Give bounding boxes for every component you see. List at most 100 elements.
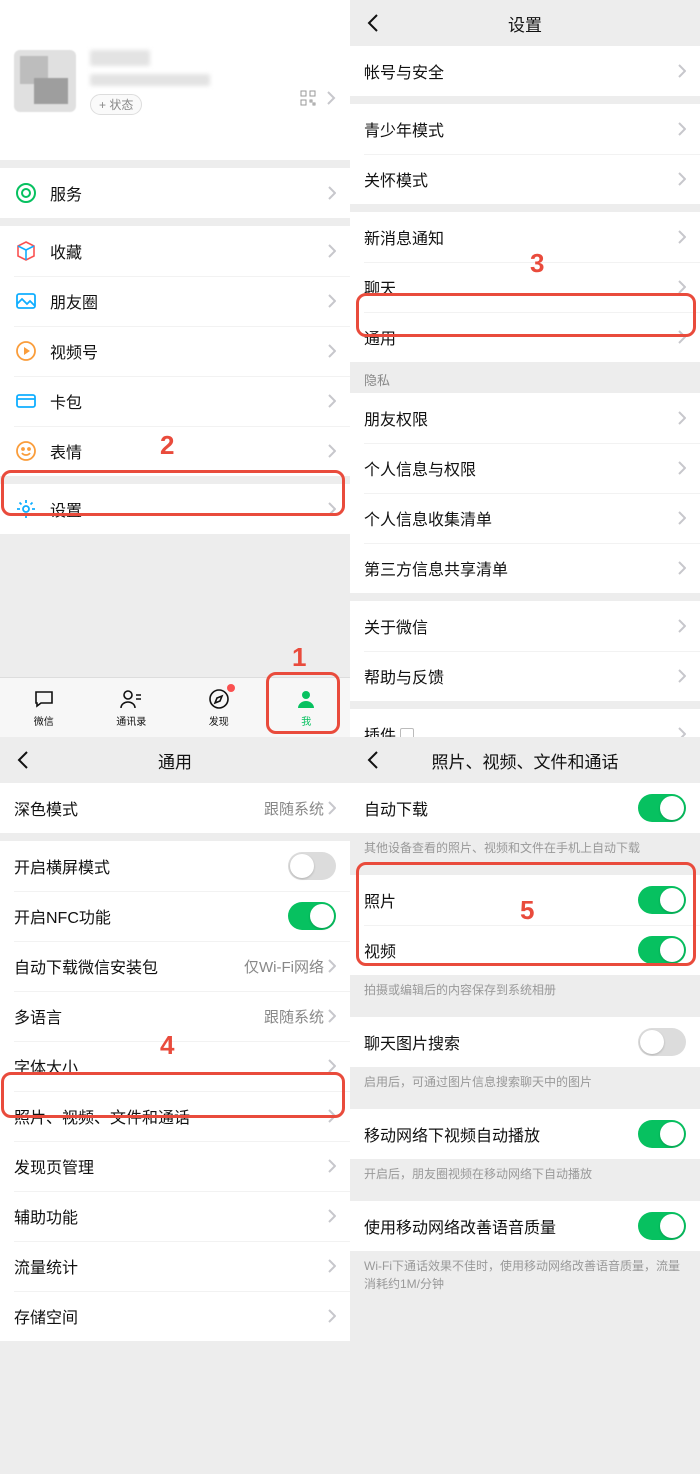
row-traffic[interactable]: 流量统计 xyxy=(0,1241,350,1291)
chevron-right-icon xyxy=(678,64,686,78)
card-icon xyxy=(14,389,38,413)
contacts-icon xyxy=(119,687,143,711)
services-icon xyxy=(14,181,38,205)
row-discover-mgmt[interactable]: 发现页管理 xyxy=(0,1141,350,1191)
page-title: 通用 xyxy=(158,748,192,773)
titlebar: 通用 xyxy=(0,737,350,783)
speech-icon xyxy=(32,687,56,711)
row-storage[interactable]: 存储空间 xyxy=(0,1291,350,1341)
badge-dot xyxy=(227,684,235,692)
tab-discover[interactable]: 发现 xyxy=(175,678,263,737)
row-cell-voice[interactable]: 使用移动网络改善语音质量 xyxy=(350,1201,700,1251)
chevron-right-icon xyxy=(678,461,686,475)
toggle-save-photo[interactable] xyxy=(638,886,686,914)
chevron-right-icon xyxy=(328,444,336,458)
note-cell-voice: Wi-Fi下通话效果不佳时，使用移动网络改善语音质量，流量消耗约1M/分钟 xyxy=(350,1251,700,1303)
row-nfc[interactable]: 开启NFC功能 xyxy=(0,891,350,941)
row-image-search[interactable]: 聊天图片搜索 xyxy=(350,1017,700,1067)
tab-chat[interactable]: 微信 xyxy=(0,678,88,737)
row-cards[interactable]: 卡包 xyxy=(0,376,350,426)
row-channels[interactable]: 视频号 xyxy=(0,326,350,376)
row-accessibility[interactable]: 辅助功能 xyxy=(0,1191,350,1241)
row-cell-autoplay[interactable]: 移动网络下视频自动播放 xyxy=(350,1109,700,1159)
row-account-security[interactable]: 帐号与安全 xyxy=(350,46,700,96)
page-title: 设置 xyxy=(508,11,542,36)
toggle-nfc[interactable] xyxy=(288,902,336,930)
row-media-calls[interactable]: 照片、视频、文件和通话 xyxy=(0,1091,350,1141)
chevron-right-icon xyxy=(328,294,336,308)
cube-icon xyxy=(14,239,38,263)
row-save-video[interactable]: 视频 xyxy=(350,925,700,975)
status-chip[interactable]: + 状态 xyxy=(90,94,142,115)
titlebar: 设置 xyxy=(350,0,700,46)
note-save-media: 拍摄或编辑后的内容保存到系统相册 xyxy=(350,975,700,1009)
screen-general: 通用 深色模式跟随系统 开启横屏模式 开启NFC功能 自动下载微信安装包仅Wi-… xyxy=(0,737,350,1474)
row-help[interactable]: 帮助与反馈 xyxy=(350,651,700,701)
tab-me[interactable]: 我 xyxy=(263,678,351,737)
row-language[interactable]: 多语言跟随系统 xyxy=(0,991,350,1041)
back-button[interactable] xyxy=(358,0,388,46)
chevron-right-icon xyxy=(678,330,686,344)
chevron-right-icon xyxy=(678,669,686,683)
chevron-right-icon xyxy=(328,186,336,200)
chevron-right-icon xyxy=(328,1059,336,1073)
row-general[interactable]: 通用 xyxy=(350,312,700,362)
chevron-right-icon xyxy=(326,90,336,106)
chevron-right-icon xyxy=(678,511,686,525)
chevron-right-icon xyxy=(328,344,336,358)
chevron-right-icon xyxy=(328,394,336,408)
chevron-right-icon xyxy=(678,411,686,425)
toggle-save-video[interactable] xyxy=(638,936,686,964)
screen-me: + 状态 服务 xyxy=(0,0,350,737)
row-personal-perms[interactable]: 个人信息与权限 xyxy=(350,443,700,493)
tab-bar: 微信 通讯录 发现 我 xyxy=(0,677,350,737)
chevron-right-icon xyxy=(328,1259,336,1273)
row-collect-list[interactable]: 个人信息收集清单 xyxy=(350,493,700,543)
profile-card[interactable]: + 状态 xyxy=(0,0,350,160)
gear-icon xyxy=(14,497,38,521)
avatar[interactable] xyxy=(14,50,76,112)
row-care-mode[interactable]: 关怀模式 xyxy=(350,154,700,204)
row-favorites[interactable]: 收藏 xyxy=(0,226,350,276)
toggle-auto-download[interactable] xyxy=(638,794,686,822)
row-dark-mode[interactable]: 深色模式跟随系统 xyxy=(0,783,350,833)
qr-icon[interactable] xyxy=(300,90,316,106)
row-about[interactable]: 关于微信 xyxy=(350,601,700,651)
chevron-right-icon xyxy=(328,1159,336,1173)
row-teen-mode[interactable]: 青少年模式 xyxy=(350,104,700,154)
person-icon xyxy=(294,687,318,711)
back-button[interactable] xyxy=(8,737,38,783)
chevron-right-icon xyxy=(328,1109,336,1123)
chevron-right-icon xyxy=(678,172,686,186)
row-font-size[interactable]: 字体大小 xyxy=(0,1041,350,1091)
chevron-right-icon xyxy=(328,244,336,258)
section-privacy: 隐私 xyxy=(350,362,700,393)
row-stickers[interactable]: 表情 xyxy=(0,426,350,476)
toggle-landscape[interactable] xyxy=(288,852,336,880)
play-icon xyxy=(14,339,38,363)
chevron-right-icon xyxy=(678,122,686,136)
chevron-right-icon xyxy=(678,561,686,575)
note-auto-download: 其他设备查看的照片、视频和文件在手机上自动下载 xyxy=(350,833,700,867)
back-button[interactable] xyxy=(358,737,388,783)
row-landscape[interactable]: 开启横屏模式 xyxy=(0,841,350,891)
smile-icon xyxy=(14,439,38,463)
row-moments[interactable]: 朋友圈 xyxy=(0,276,350,326)
row-save-photo[interactable]: 照片 xyxy=(350,875,700,925)
tab-contacts[interactable]: 通讯录 xyxy=(88,678,176,737)
row-chat[interactable]: 聊天 xyxy=(350,262,700,312)
row-auto-dl-apk[interactable]: 自动下载微信安装包仅Wi-Fi网络 xyxy=(0,941,350,991)
image-icon xyxy=(14,289,38,313)
toggle-cell-voice[interactable] xyxy=(638,1212,686,1240)
row-services[interactable]: 服务 xyxy=(0,168,350,218)
page-title: 照片、视频、文件和通话 xyxy=(432,748,619,773)
row-settings[interactable]: 设置 xyxy=(0,484,350,534)
chevron-right-icon xyxy=(328,1209,336,1223)
toggle-cell-autoplay[interactable] xyxy=(638,1120,686,1148)
toggle-image-search[interactable] xyxy=(638,1028,686,1056)
row-auto-download[interactable]: 自动下载 xyxy=(350,783,700,833)
row-notifications[interactable]: 新消息通知 xyxy=(350,212,700,262)
chevron-right-icon xyxy=(678,280,686,294)
row-friend-perms[interactable]: 朋友权限 xyxy=(350,393,700,443)
row-share-list[interactable]: 第三方信息共享清单 xyxy=(350,543,700,593)
